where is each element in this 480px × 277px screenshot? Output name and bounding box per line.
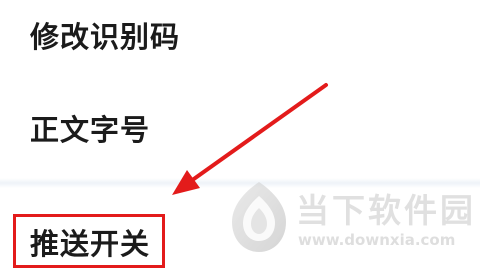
annotation-arrow-icon: [172, 83, 328, 195]
settings-screen: 修改识别码 正文字号 当下软件园 www.downxia.com 推送开关: [0, 0, 480, 277]
